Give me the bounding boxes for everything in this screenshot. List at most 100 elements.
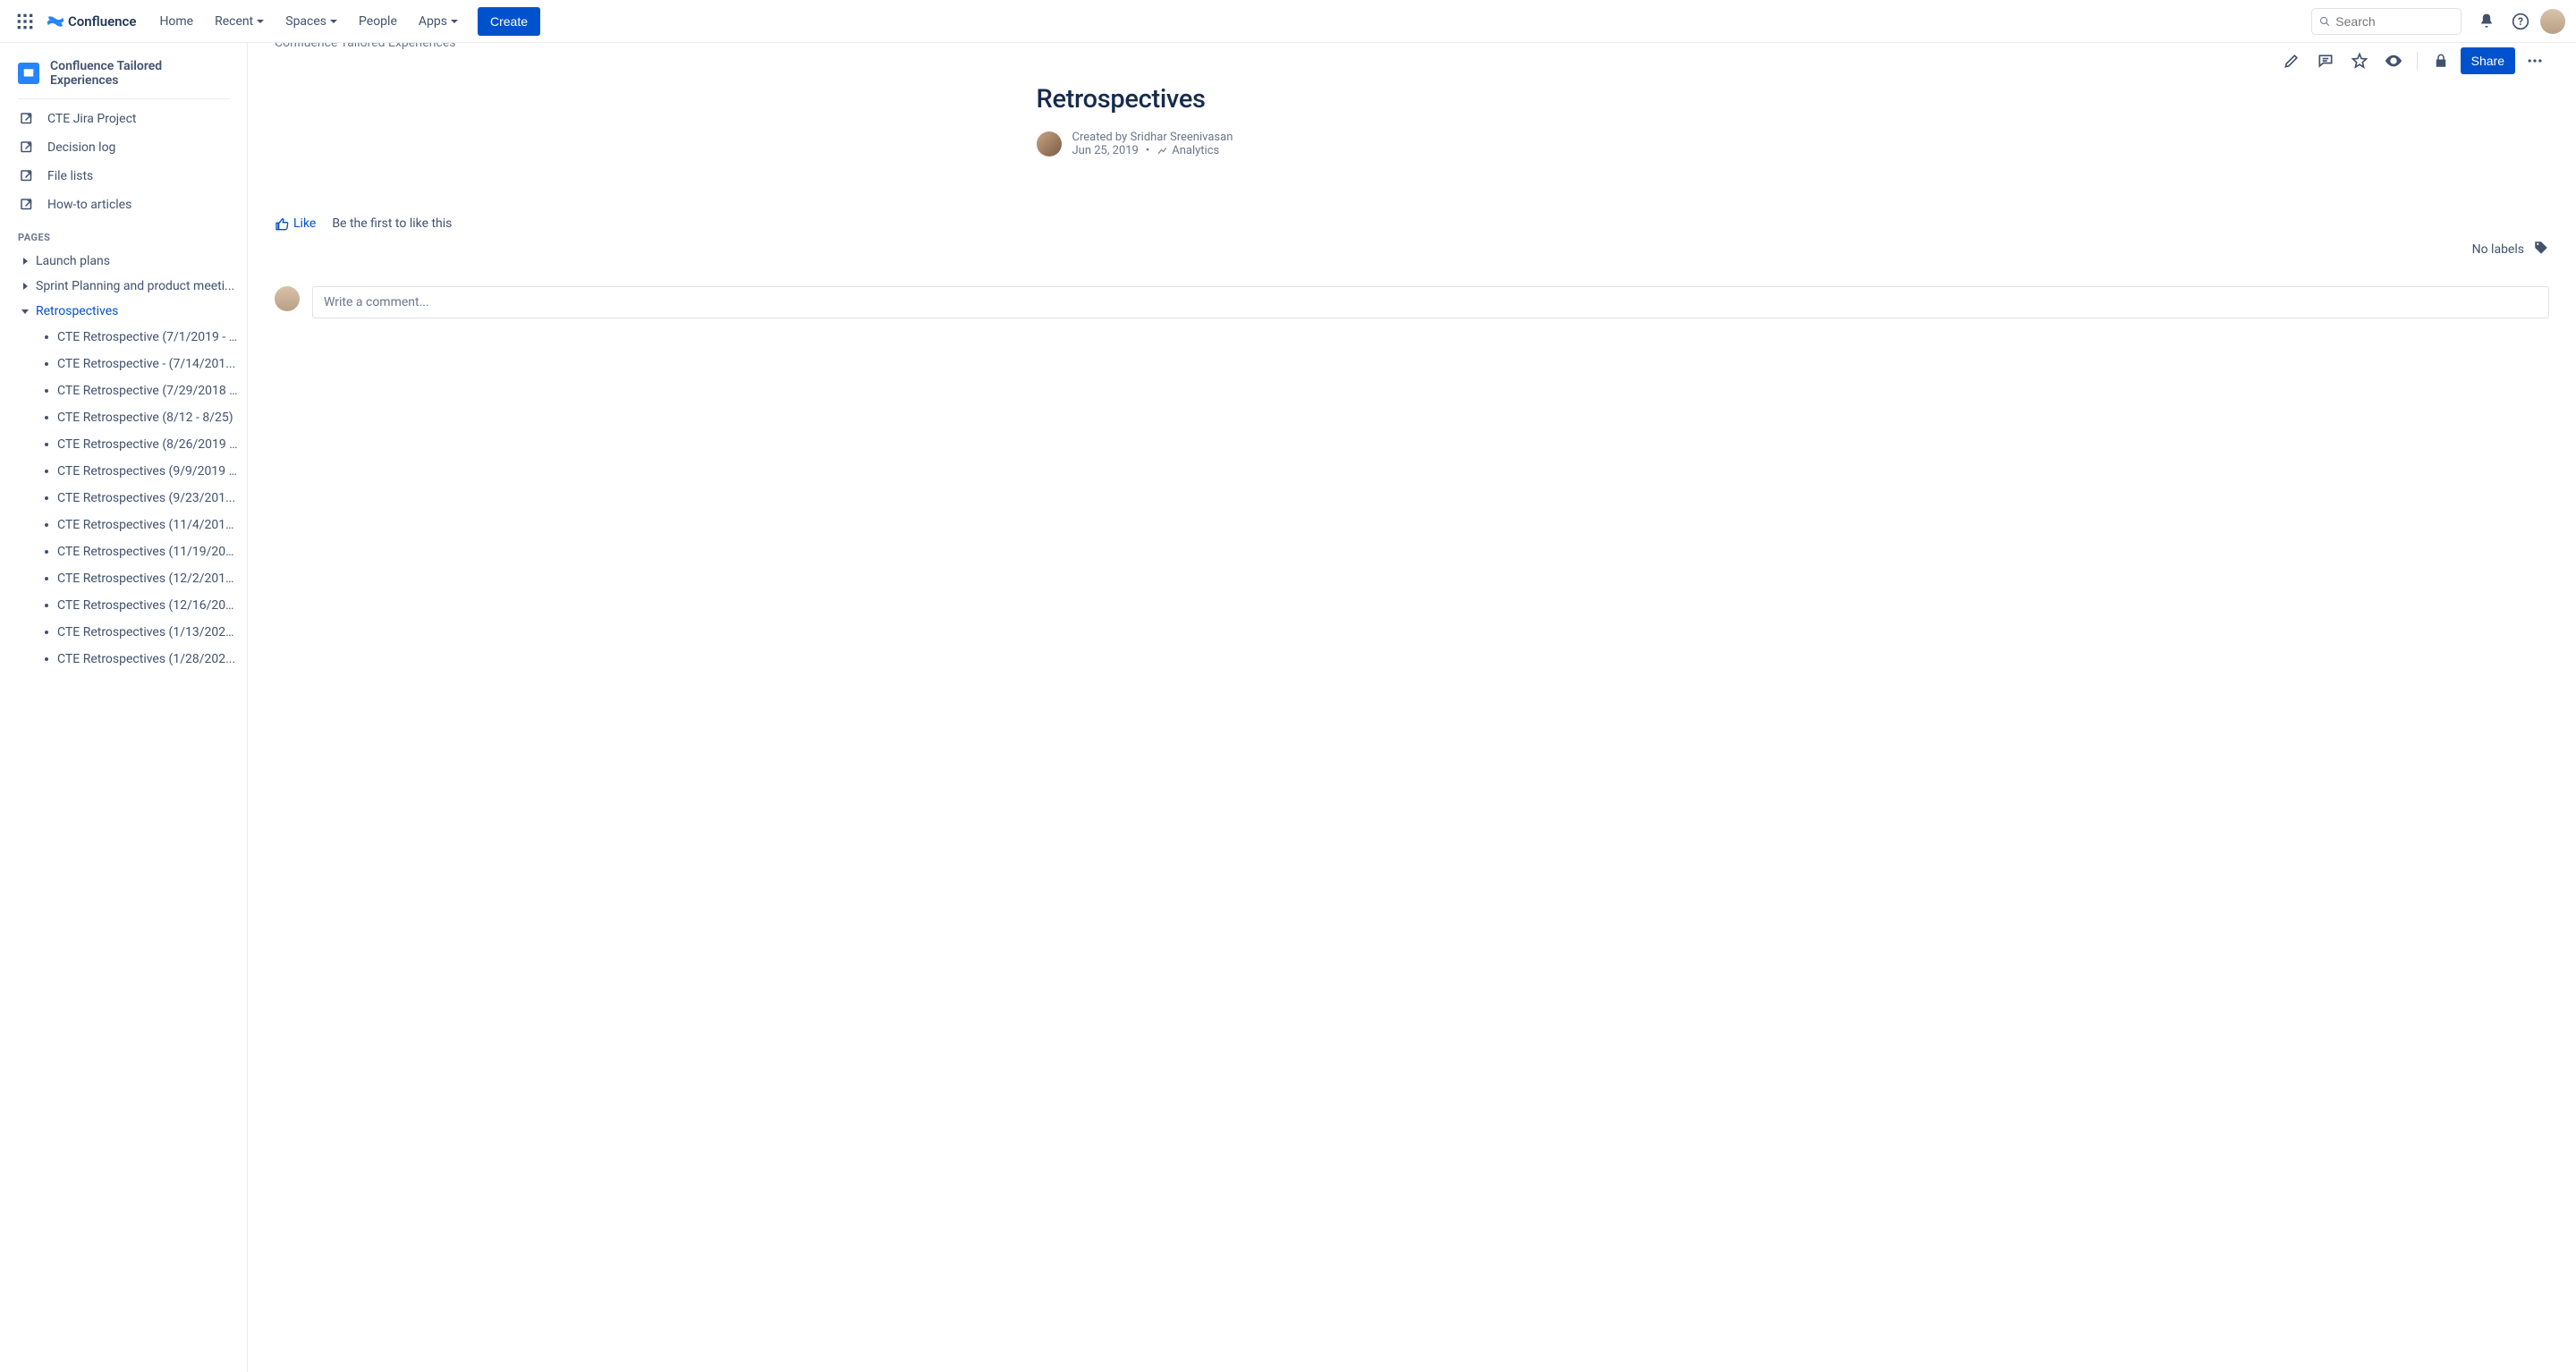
bullet-icon [45,362,48,366]
bullet-icon [45,550,48,554]
like-button[interactable]: Like [275,216,316,231]
retro-child-label: CTE Retrospective (7/29/2018 ... [57,384,238,398]
retro-child-item[interactable]: CTE Retrospectives (9/23/201... [0,485,247,512]
confluence-logo[interactable]: Confluence [43,13,140,30]
share-button[interactable]: Share [2461,47,2515,74]
like-prompt: Be the first to like this [332,216,452,231]
add-label-icon[interactable] [2533,240,2549,259]
shortcut-decision-log[interactable]: Decision log [0,133,247,162]
search-box[interactable] [2311,8,2462,35]
search-input[interactable] [2335,14,2453,29]
nav-spaces[interactable]: Spaces [276,9,346,34]
more-actions-icon[interactable] [2521,47,2549,75]
author-name[interactable]: Sridhar Sreenivasan [1131,131,1233,144]
shortcut-link-icon [18,196,36,214]
nav-spaces-label: Spaces [285,14,326,29]
retro-child-item[interactable]: CTE Retrospective (8/12 - 8/25) [0,404,247,431]
nav-recent[interactable]: Recent [206,9,273,34]
current-user-avatar[interactable] [275,286,300,311]
shortcut-cte-jira[interactable]: CTE Jira Project [0,105,247,133]
watch-icon[interactable] [2379,47,2408,75]
shortcut-link-icon [18,139,36,157]
retro-child-item[interactable]: CTE Retrospectives (11/19/201... [0,538,247,565]
retro-child-label: CTE Retrospectives (1/28/202... [57,652,235,666]
shortcut-file-lists[interactable]: File lists [0,162,247,191]
bullet-icon [45,631,48,634]
breadcrumb: Confluence Tailored Experiences [248,43,2576,50]
comment-icon[interactable] [2311,47,2340,75]
create-button[interactable]: Create [478,7,540,36]
retro-child-item[interactable]: CTE Retrospective (7/1/2019 - ... [0,324,247,351]
retro-child-label: CTE Retrospectives (12/2/2019... [57,572,238,586]
profile-avatar[interactable] [2540,9,2565,34]
shortcut-label: How-to articles [47,198,131,212]
retro-child-label: CTE Retrospective (8/26/2019 ... [57,437,238,452]
comment-input[interactable]: Write a comment... [312,286,2549,318]
analytics-label: Analytics [1172,144,1219,157]
tree-retrospectives[interactable]: Retrospectives [0,299,247,324]
shortcut-link-icon [18,110,36,128]
header-right-icons: ? [2472,7,2565,36]
analytics-link[interactable]: Analytics [1157,144,1219,157]
nav-people-label: People [359,14,397,29]
chevron-down-icon [257,20,264,23]
notifications-icon[interactable] [2472,7,2501,36]
restrictions-icon[interactable] [2427,47,2455,75]
chevron-right-icon[interactable] [20,258,30,265]
edit-icon[interactable] [2277,47,2306,75]
star-icon[interactable] [2345,47,2374,75]
retro-child-label: CTE Retrospective - (7/14/201... [57,357,235,371]
tree-label: Sprint Planning and product meeti... [36,279,234,293]
pages-section-label: PAGES [0,219,247,249]
page-title: Retrospectives [1037,84,1788,114]
search-icon [2319,15,2330,28]
nav-people[interactable]: People [350,9,406,34]
breadcrumb-space[interactable]: Confluence Tailored Experiences [275,43,455,50]
nav-apps[interactable]: Apps [410,9,467,34]
nav-apps-label: Apps [419,14,447,29]
retro-child-item[interactable]: CTE Retrospectives (9/9/2019 ... [0,458,247,485]
bullet-icon [45,416,48,419]
like-row: Like Be the first to like this [248,157,2576,231]
help-icon[interactable]: ? [2506,7,2535,36]
app-switcher-icon[interactable] [11,7,39,36]
retro-child-item[interactable]: CTE Retrospectives (12/16/201... [0,592,247,619]
chevron-down-icon [330,20,337,23]
retro-child-item[interactable]: CTE Retrospectives (11/4/2019... [0,512,247,538]
toolbar-separator [2417,52,2418,70]
retro-child-item[interactable]: CTE Retrospectives (1/28/202... [0,646,247,673]
bullet-icon [45,443,48,446]
retro-child-item[interactable]: CTE Retrospective - (7/14/201... [0,351,247,377]
top-bar: Confluence Home Recent Spaces People App… [0,0,2576,43]
labels-row: No labels [248,231,2576,259]
retro-child-label: CTE Retrospectives (11/4/2019... [57,518,238,532]
author-avatar[interactable] [1037,131,1062,157]
retro-child-item[interactable]: CTE Retrospective (8/26/2019 ... [0,431,247,458]
shortcut-label: File lists [47,169,93,183]
bullet-icon [45,496,48,500]
shortcut-how-to[interactable]: How-to articles [0,191,247,219]
space-name: Confluence Tailored Experiences [50,59,229,88]
tree-label: Retrospectives [36,304,118,318]
bullet-icon [45,604,48,607]
bullet-icon [45,657,48,661]
bullet-icon [45,335,48,339]
tree-launch-plans[interactable]: Launch plans [0,249,247,274]
divider [18,98,229,99]
retro-children-list: CTE Retrospective (7/1/2019 - ... CTE Ret… [0,324,247,673]
chevron-down-icon[interactable] [20,309,30,314]
bullet-icon [45,577,48,580]
comment-section: Write a comment... [248,259,2576,318]
page-date: Jun 25, 2019 [1072,144,1139,157]
space-header[interactable]: Confluence Tailored Experiences [0,54,247,97]
retro-child-item[interactable]: CTE Retrospectives (1/13/2020... [0,619,247,646]
created-by-prefix: Created by [1072,131,1131,144]
retro-child-item[interactable]: CTE Retrospectives (12/2/2019... [0,565,247,592]
retro-child-label: CTE Retrospectives (9/23/201... [57,491,235,505]
tree-sprint-planning[interactable]: Sprint Planning and product meeti... [0,274,247,299]
retro-child-item[interactable]: CTE Retrospective (7/29/2018 ... [0,377,247,404]
nav-home[interactable]: Home [150,9,202,34]
chevron-right-icon[interactable] [20,283,30,290]
shortcut-label: CTE Jira Project [47,112,137,126]
like-icon [275,216,289,231]
